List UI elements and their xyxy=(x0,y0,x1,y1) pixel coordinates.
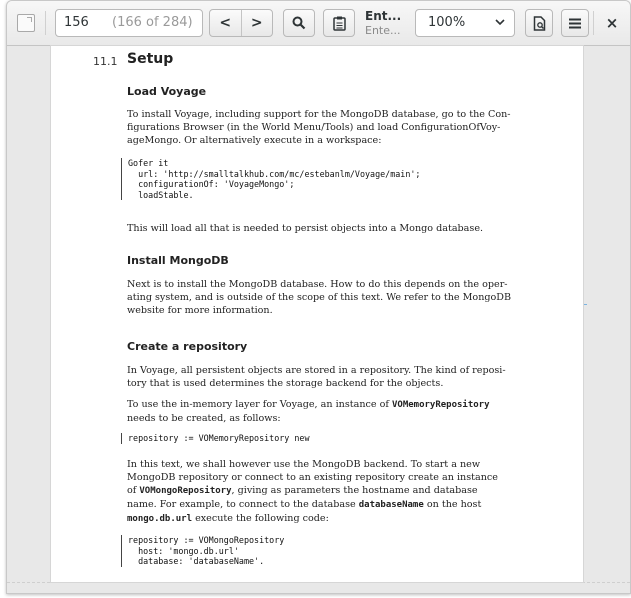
page-edge-marker xyxy=(583,304,587,305)
next-page-button[interactable]: > xyxy=(242,10,273,36)
text-run: of xyxy=(127,485,140,496)
text-line: figurations Browser (in the World Menu/T… xyxy=(127,122,501,133)
paragraph: In Voyage, all persistent objects are st… xyxy=(127,364,519,390)
page-boundary xyxy=(7,582,630,583)
text-line: Next is to install the MongoDB database.… xyxy=(127,279,508,290)
close-icon: × xyxy=(605,14,619,32)
document-viewer-window: 156 (166 of 284) < > Ent... Ente... 100%… xyxy=(6,0,631,594)
paragraph: In this text, we shall however use the M… xyxy=(127,458,519,526)
page-selector[interactable]: 156 (166 of 284) xyxy=(55,9,203,37)
paragraph: To use the in-memory layer for Voyage, a… xyxy=(127,398,519,425)
code-line: loadStable. xyxy=(128,189,194,200)
code-line: repository := VOMemoryRepository new xyxy=(128,433,310,443)
toolbar-separator xyxy=(593,11,594,35)
text-line: ating system, and is outside of the scop… xyxy=(127,292,512,303)
text-line: needs to be created, as follows: xyxy=(127,413,281,424)
text-line: To use the in-memory layer for Voyage, a… xyxy=(127,398,519,412)
page-count-label: (166 of 284) xyxy=(112,15,193,30)
text-line: To install Voyage, including support for… xyxy=(127,109,511,120)
annotations-button[interactable] xyxy=(525,9,553,37)
code-line: repository := VOMongoRepository xyxy=(128,535,285,545)
text-line: MongoDB repository or connect to an exis… xyxy=(127,472,498,483)
chevron-down-icon xyxy=(494,10,506,46)
chevron-right-icon: > xyxy=(250,15,263,31)
inline-code: databaseName xyxy=(358,500,424,510)
text-line: ageMongo. Or alternatively execute in a … xyxy=(127,135,382,146)
zoom-value: 100% xyxy=(428,15,466,30)
code-line: url: 'http://smalltalkhub.com/mc/esteban… xyxy=(128,168,421,179)
hamburger-menu-icon xyxy=(569,18,581,28)
main-menu-button[interactable] xyxy=(561,9,589,37)
text-run: on the host xyxy=(423,499,482,510)
document-title-main: Ent... xyxy=(365,9,402,23)
code-line: host: 'mongo.db.url' xyxy=(128,545,239,556)
text-line: In Voyage, all persistent objects are st… xyxy=(127,365,506,376)
section-title: Setup xyxy=(127,51,174,67)
heading-create-repository: Create a repository xyxy=(127,340,248,353)
inline-code: VOMemoryRepository xyxy=(391,400,490,410)
section-number: 11.1 xyxy=(93,55,118,68)
text-run: To use the in-memory layer for Voyage, a… xyxy=(127,399,392,410)
previous-page-button[interactable]: < xyxy=(210,10,241,36)
code-line: database: 'databaseName'. xyxy=(128,556,265,566)
inline-code: mongo.db.url xyxy=(127,514,193,524)
code-line: configurationOf: 'VoyageMongo'; xyxy=(128,179,295,189)
page-number-input[interactable]: 156 xyxy=(64,10,89,36)
text-line: mongo.db.url execute the following code: xyxy=(127,512,519,526)
find-button[interactable] xyxy=(283,9,315,37)
toolbar: 156 (166 of 284) < > Ent... Ente... 100%… xyxy=(7,1,630,46)
text-run: name. For example, to connect to the dat… xyxy=(127,499,359,510)
document-edit-icon xyxy=(533,15,545,31)
document-title: Ent... Ente... xyxy=(365,8,409,38)
text-line: website for more information. xyxy=(127,305,273,316)
text-line: of VOMongoRepository, giving as paramete… xyxy=(127,484,519,498)
heading-install-mongodb: Install MongoDB xyxy=(127,254,229,267)
inline-code: VOMongoRepository xyxy=(139,486,232,496)
chevron-left-icon: < xyxy=(219,15,232,31)
zoom-selector[interactable]: 100% xyxy=(415,9,515,37)
paragraph: This will load all that is needed to per… xyxy=(127,222,519,235)
paragraph: To install Voyage, including support for… xyxy=(127,108,519,147)
document-viewport[interactable]: 11.1 Setup Load Voyage To install Voyage… xyxy=(7,46,630,593)
text-run: , giving as parameters the hostname and … xyxy=(231,485,478,496)
code-block: Gofer it url: 'http://smalltalkhub.com/m… xyxy=(121,158,420,200)
document-page: 11.1 Setup Load Voyage To install Voyage… xyxy=(51,46,583,582)
heading-load-voyage: Load Voyage xyxy=(127,85,207,98)
code-block: repository := VOMongoRepository host: 'm… xyxy=(121,535,284,567)
code-line: Gofer it xyxy=(128,158,169,168)
history-button[interactable] xyxy=(323,9,355,37)
page-navigation: < > xyxy=(209,9,273,37)
close-button[interactable]: × xyxy=(601,9,623,37)
paragraph: Next is to install the MongoDB database.… xyxy=(127,278,519,317)
sidebar-toggle-icon[interactable] xyxy=(17,14,35,32)
text-line: This will load all that is needed to per… xyxy=(127,223,484,234)
code-block: repository := VOMemoryRepository new xyxy=(121,433,310,444)
toolbar-separator xyxy=(45,11,46,35)
text-line: name. For example, to connect to the dat… xyxy=(127,498,519,512)
clipboard-icon xyxy=(332,16,346,31)
text-run: execute the following code: xyxy=(192,513,329,524)
search-icon xyxy=(292,16,306,30)
text-line: tory that is used determines the storage… xyxy=(127,378,444,389)
text-line: In this text, we shall however use the M… xyxy=(127,459,481,470)
document-title-sub: Ente... xyxy=(365,24,401,37)
